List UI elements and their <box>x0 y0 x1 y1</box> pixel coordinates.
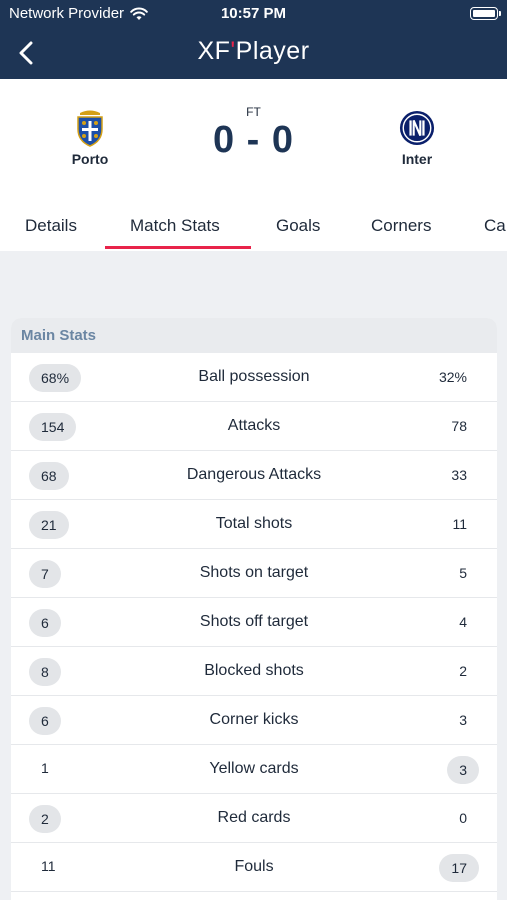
status-time: 10:57 PM <box>220 5 287 22</box>
stat-row: 154 Attacks 78 <box>11 402 497 451</box>
stat-label: Attacks <box>227 417 281 434</box>
stat-label: Dangerous Attacks <box>186 466 322 483</box>
section-title: Main Stats <box>11 318 497 353</box>
away-stat-value: 5 <box>459 565 467 581</box>
nav-bar: XF'Player <box>0 28 507 79</box>
active-tab-indicator <box>105 246 251 249</box>
app-title: XF'Player <box>0 37 507 66</box>
stat-row: 1 Yellow cards 3 <box>11 745 497 794</box>
away-stat-value: 32% <box>438 369 467 385</box>
stat-label: Ball possession <box>198 368 310 385</box>
away-stat-value: 11 <box>452 516 467 532</box>
away-stat-value: 0 <box>459 810 467 826</box>
stat-label: Corner kicks <box>209 711 299 728</box>
away-stat-value: 78 <box>451 418 467 434</box>
stat-label: Total shots <box>215 515 293 532</box>
app-title-prefix: XF <box>197 37 231 65</box>
stat-row: 11 Fouls 17 <box>11 843 497 892</box>
stat-row: 2 Red cards 0 <box>11 794 497 843</box>
tab-bar: Details Match Stats Goals Corners Ca <box>0 199 507 251</box>
status-bar: Network Provider 10:57 PM <box>0 0 507 28</box>
inter-crest-icon <box>399 110 435 146</box>
stat-rows: 68% Ball possession 32% 154 Attacks 78 68 Dange… <box>11 353 497 892</box>
stat-label: Yellow cards <box>209 760 299 777</box>
main-stats-card: Main Stats 68% Ball possession 32% 154 Attac… <box>11 318 497 900</box>
battery-icon <box>470 7 501 20</box>
away-team[interactable]: Inter <box>367 109 467 167</box>
stat-label: Blocked shots <box>204 662 304 679</box>
stat-label: Fouls <box>234 858 274 875</box>
stats-content[interactable]: Main Stats 68% Ball possession 32% 154 Attac… <box>0 251 507 900</box>
match-header: Porto FT 0 - 0 Inter <box>0 79 507 199</box>
away-stat-value: 3 <box>459 712 467 728</box>
tab-goals[interactable]: Goals <box>276 216 320 236</box>
away-team-name: Inter <box>401 151 433 167</box>
stat-row: 21 Total shots 11 <box>11 500 497 549</box>
app-title-suffix: Player <box>235 37 310 65</box>
tab-details[interactable]: Details <box>25 216 77 236</box>
away-stat-value: 33 <box>451 467 467 483</box>
stat-label: Shots off target <box>199 613 309 630</box>
stat-row: 68 Dangerous Attacks 33 <box>11 451 497 500</box>
stat-label: Red cards <box>217 809 291 826</box>
tab-corners[interactable]: Corners <box>371 216 431 236</box>
away-stat-value: 17 <box>439 854 479 882</box>
stat-row: 6 Corner kicks 3 <box>11 696 497 745</box>
stat-row: 7 Shots on target 5 <box>11 549 497 598</box>
away-stat-value: 3 <box>447 756 479 784</box>
stat-row: 6 Shots off target 4 <box>11 598 497 647</box>
stat-row: 8 Blocked shots 2 <box>11 647 497 696</box>
stat-label: Shots on target <box>199 564 309 581</box>
away-stat-value: 2 <box>459 663 467 679</box>
tab-cards[interactable]: Ca <box>484 216 506 236</box>
stat-row: 68% Ball possession 32% <box>11 353 497 402</box>
away-stat-value: 4 <box>459 614 467 630</box>
tab-match-stats[interactable]: Match Stats <box>130 216 220 236</box>
